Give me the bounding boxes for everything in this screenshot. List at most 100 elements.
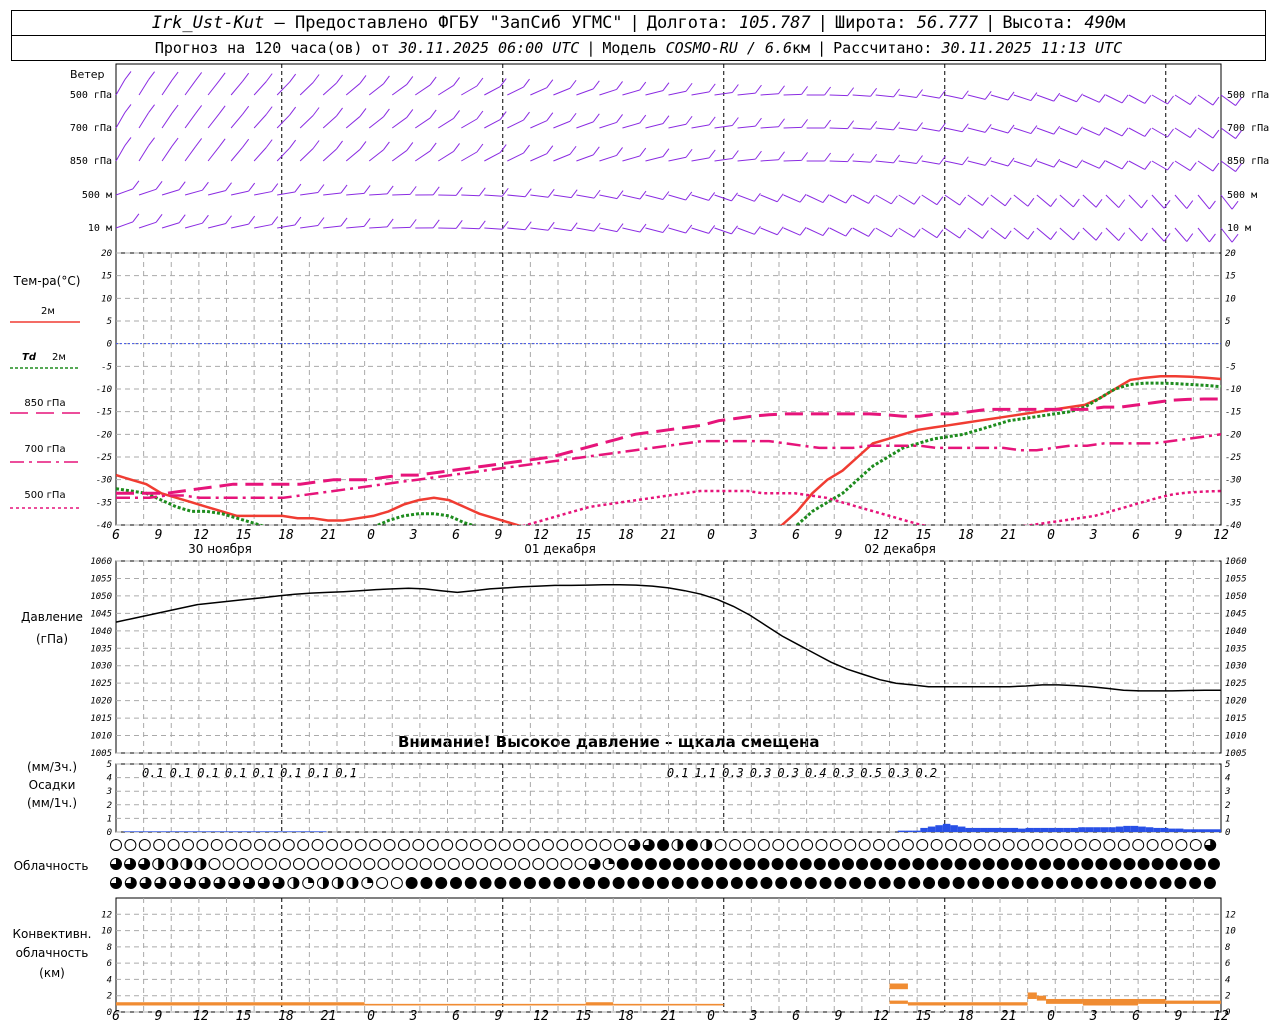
cloud-cover-symbol	[729, 858, 742, 870]
wind-barb-feather	[132, 180, 140, 190]
wind-barb-feather	[916, 89, 923, 98]
precip-bar	[311, 831, 319, 832]
cloud-cover-symbol	[509, 877, 522, 889]
wind-barb-feather	[662, 224, 670, 233]
wind-barb-shaft	[1082, 127, 1100, 136]
wind-barb-feather	[1053, 158, 1061, 168]
wind-barb-feather	[592, 80, 600, 90]
wind-barb-shaft	[898, 160, 917, 165]
wind-level-label: 700 гПа	[70, 123, 112, 134]
conv-tick-left: 10	[101, 927, 112, 937]
wind-barb-shaft	[783, 194, 801, 203]
wind-barb-shaft	[668, 194, 686, 201]
wind-barb-shaft	[622, 122, 640, 129]
wind-barb-feather	[359, 108, 367, 117]
wind-barb-shaft	[368, 83, 384, 96]
wind-barb-shaft	[622, 89, 640, 96]
time-tick-label: 12	[533, 1009, 549, 1024]
wind-barb-shaft	[115, 188, 134, 196]
precip-bar	[281, 831, 289, 832]
precip-bar	[965, 827, 973, 832]
cloud-cover-symbol	[447, 858, 460, 870]
wind-barb-shaft	[875, 227, 892, 238]
wind-barb-feather	[242, 72, 250, 82]
cloud-cover-symbol	[1123, 858, 1136, 870]
wind-barb-shaft	[184, 113, 197, 129]
wind-barb-feather	[1141, 199, 1148, 209]
convective-bar	[1046, 998, 1083, 1004]
cloud-cover-symbol	[923, 877, 936, 889]
wind-barb-feather	[294, 183, 302, 193]
cloud-cover-symbol	[1089, 839, 1102, 851]
cloud-cover-symbol	[541, 839, 554, 851]
cloud-cover-symbol	[527, 839, 540, 851]
wind-barb-feather	[731, 225, 738, 235]
wind-barb-feather	[868, 195, 875, 204]
wind-barb-shaft	[1151, 194, 1165, 209]
wind-barb-shaft	[299, 148, 314, 162]
precip-bar	[1093, 827, 1101, 832]
wind-barb-feather	[1004, 197, 1012, 207]
wind-barb-feather	[455, 220, 463, 229]
pressure-tick-right: 1005	[1225, 749, 1247, 759]
wind-barb-shaft	[345, 83, 361, 96]
cloud-cover-symbol	[377, 858, 390, 870]
wind-barb-shaft	[299, 82, 314, 96]
wind-barb-feather	[824, 152, 832, 162]
time-tick-label: 3	[409, 528, 418, 543]
precip-bar	[935, 825, 943, 832]
precip-sum-label: 0.3	[833, 766, 855, 780]
time-tick-label: 21	[321, 528, 337, 543]
cloud-cover-symbol	[538, 877, 551, 889]
wind-barb-shaft	[967, 227, 983, 239]
precip-bar	[1145, 827, 1154, 832]
wind-barb-feather	[778, 118, 785, 128]
wind-barb-shaft	[322, 148, 337, 162]
wind-barb-shaft	[207, 80, 220, 96]
wind-barb-shaft	[230, 146, 244, 162]
cloud-cover-symbol	[829, 839, 842, 851]
cloud-cover-symbol	[799, 858, 812, 870]
time-tick-label: 6	[112, 528, 120, 543]
cloud-cover-symbol	[225, 839, 238, 851]
time-tick-label: 18	[278, 1009, 294, 1024]
cloud-cover-symbol	[673, 858, 686, 870]
wind-barb-feather	[1209, 200, 1216, 210]
cloud-cover-symbol	[1002, 839, 1015, 851]
wind-barb-shaft	[806, 227, 824, 237]
wind-barb-feather	[916, 155, 923, 164]
wind-barb-feather	[432, 186, 440, 196]
conv-tick-left: 8	[107, 943, 112, 953]
wind-barb-feather	[616, 190, 624, 199]
pressure-tick-right: 1035	[1225, 644, 1247, 654]
precip-bar	[1010, 827, 1019, 832]
wind-barb-feather	[195, 105, 203, 114]
wind-barb-shaft	[599, 121, 617, 129]
time-tick-label: 9	[835, 1009, 843, 1024]
cloud-cover-symbol	[475, 858, 488, 870]
cloud-cover-symbol	[644, 858, 657, 870]
wind-barb-feather	[1163, 232, 1171, 242]
cloud-cover-symbol	[513, 839, 526, 851]
wind-barb-shaft	[622, 194, 641, 200]
wind-barb-feather	[294, 216, 302, 226]
wind-barb-feather	[824, 86, 832, 96]
wind-barb-feather	[476, 77, 484, 87]
time-tick-label: 9	[1175, 1009, 1183, 1024]
pressure-tick-left: 1030	[90, 662, 112, 672]
wind-barb-shaft	[138, 112, 149, 129]
wind-barb-shaft	[898, 127, 917, 132]
wind-barb-feather	[195, 72, 203, 81]
wind-barb-shaft	[967, 160, 986, 166]
precip-sum-label: 0.3	[750, 766, 772, 780]
time-tick-label: 18	[958, 528, 974, 543]
precip-bar	[957, 826, 966, 832]
precip-tick-left: 5	[107, 760, 112, 770]
wind-barb-feather	[799, 193, 807, 203]
wind-barb-feather	[755, 84, 762, 94]
wind-barb-feather	[755, 117, 762, 127]
precip-bar	[153, 831, 162, 832]
precip-bar	[183, 831, 192, 832]
cloud-cover-symbol	[819, 877, 832, 889]
wind-barb-feather	[801, 119, 808, 128]
